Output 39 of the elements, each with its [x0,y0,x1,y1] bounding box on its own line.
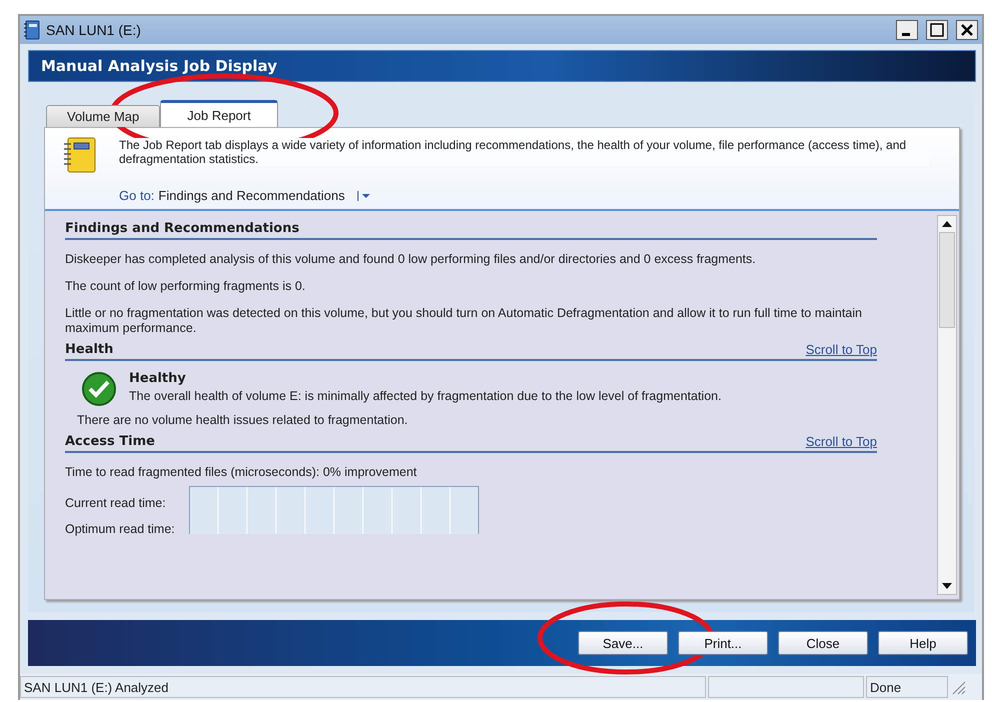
section-dropdown[interactable]: Findings and Recommendations [158,188,353,203]
scroll-to-top-link[interactable]: Scroll to Top [806,434,877,449]
scroll-up-icon[interactable] [942,221,952,227]
section-heading: Findings and Recommendations [65,221,300,236]
tab[interactable]: Volume Map [46,105,160,127]
report-text: Little or no fragmentation was detected on this volume, but you should turn on Automatic Defragmentation and allow it to run full time to maintain maximum performance. [65,306,863,336]
notebook-icon [63,136,97,174]
dialog-button[interactable]: Help [878,631,968,655]
section-heading: Health [65,342,114,357]
scroll-to-top-link[interactable]: Scroll to Top [806,342,877,357]
status-text: The overall health of volume E: is minimally affected by fragmentation due to the low level of fragmentation. [129,389,722,403]
report-text: There are no volume health issues related to fragmentation. [77,413,409,428]
chart-label: Optimum read time: [65,522,176,536]
dropdown-arrow-icon[interactable] [356,190,371,200]
minimize-button[interactable] [896,20,918,40]
report-text: Time to read fragmented files (microseconds): 0% improvement [65,465,418,480]
resize-grip-icon[interactable] [950,679,966,695]
status-text: Done [866,676,948,698]
report-text: The count of low performing fragments is 0. [65,279,306,294]
notebook-icon [24,20,40,40]
dialog-button[interactable]: Save... [578,631,668,655]
goto-label: Go to: [119,188,154,203]
close-button[interactable] [956,20,978,40]
window-title: SAN LUN1 (E:) [46,22,141,38]
status-title: Healthy [129,371,187,386]
dialog-title: Manual Analysis Job Display [41,57,278,75]
status-text: SAN LUN1 (E:) Analyzed [20,676,706,698]
description-text: The Job Report tab displays a wide variety of information including recommendations, the health of your volume, file performance (access time), and defragmentation statistics. [119,138,929,166]
chart-label: Current read time: [65,496,167,510]
scrollbar[interactable] [937,215,957,595]
tab[interactable]: Job Report [160,100,278,127]
dialog-button[interactable]: Print... [678,631,768,655]
scrollbar-thumb[interactable] [939,232,955,328]
dialog-button[interactable]: Close [778,631,868,655]
report-text: Diskeeper has completed analysis of this volume and found 0 low performing files and/or directories and 0 excess fragments. [65,252,757,267]
checkmark-icon [81,371,117,407]
maximize-button[interactable] [926,20,948,40]
scroll-down-icon[interactable] [942,583,952,589]
section-heading: Access Time [65,434,155,449]
